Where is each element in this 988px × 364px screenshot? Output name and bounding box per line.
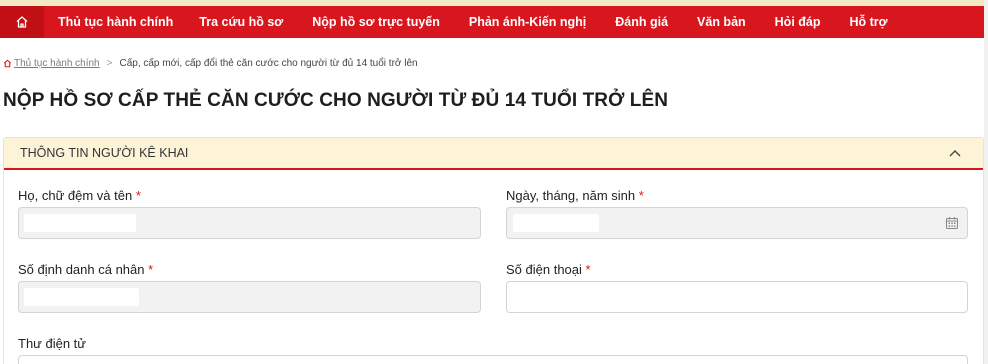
full-name-label: Họ, chữ đệm và tên * [18,188,141,203]
calendar-icon[interactable] [945,216,959,230]
email-label-text: Thư điện tử [18,336,86,351]
page-scrollbar[interactable] [984,0,988,364]
email-label: Thư điện tử [18,336,86,351]
nav-item-van-ban[interactable]: Văn bản [697,15,746,29]
nav-item-thu-tuc[interactable]: Thủ tục hành chính [58,15,173,29]
nav-item-ho-tro[interactable]: Hỗ trợ [850,15,888,29]
email-field[interactable] [18,355,968,364]
required-mark: * [585,262,591,277]
required-mark: * [638,188,644,203]
section-header[interactable]: THÔNG TIN NGƯỜI KÊ KHAI [4,138,983,170]
nav-home-button[interactable] [0,6,44,38]
phone-label: Số điện thoại * [506,262,591,277]
dob-label-text: Ngày, tháng, năm sinh [506,188,636,203]
breadcrumb-current: Cấp, cấp mới, cấp đổi thẻ căn cước cho n… [119,58,418,69]
dob-label: Ngày, tháng, năm sinh * [506,188,644,203]
id-number-label: Số định danh cá nhân * [18,262,153,277]
required-mark: * [135,188,141,203]
nav-item-phan-anh[interactable]: Phản ánh-Kiến nghị [469,15,586,29]
full-name-field[interactable] [18,207,481,239]
chevron-up-icon[interactable] [947,145,963,161]
dob-field[interactable] [506,207,968,239]
id-number-field[interactable] [18,281,481,313]
nav-item-hoi-dap[interactable]: Hỏi đáp [775,15,821,29]
section-title: THÔNG TIN NGƯỜI KÊ KHAI [20,146,189,160]
phone-label-text: Số điện thoại [506,262,582,277]
page-title: NỘP HỒ SƠ CẤP THẺ CĂN CƯỚC CHO NGƯỜI TỪ … [3,90,669,111]
id-number-label-text: Số định danh cá nhân [18,262,145,277]
nav-item-tra-cuu[interactable]: Tra cứu hồ sơ [199,15,283,29]
full-name-label-text: Họ, chữ đệm và tên [18,188,133,203]
nav-item-nop-ho-so[interactable]: Nộp hồ sơ trực tuyến [312,15,440,29]
redacted-value [513,214,599,232]
declarant-info-section: THÔNG TIN NGƯỜI KÊ KHAI [3,137,984,364]
phone-field[interactable] [506,281,968,313]
breadcrumb: Thủ tục hành chính > Cấp, cấp mới, cấp đ… [3,58,418,69]
main-navbar: Thủ tục hành chính Tra cứu hồ sơ Nộp hồ … [0,6,984,38]
home-icon [16,16,28,28]
home-icon [3,59,12,68]
redacted-value [24,288,139,306]
nav-item-danh-gia[interactable]: Đánh giá [615,15,668,29]
breadcrumb-separator: > [106,58,113,69]
required-mark: * [148,262,154,277]
redacted-value [24,214,136,232]
breadcrumb-home-link[interactable]: Thủ tục hành chính [14,58,100,69]
